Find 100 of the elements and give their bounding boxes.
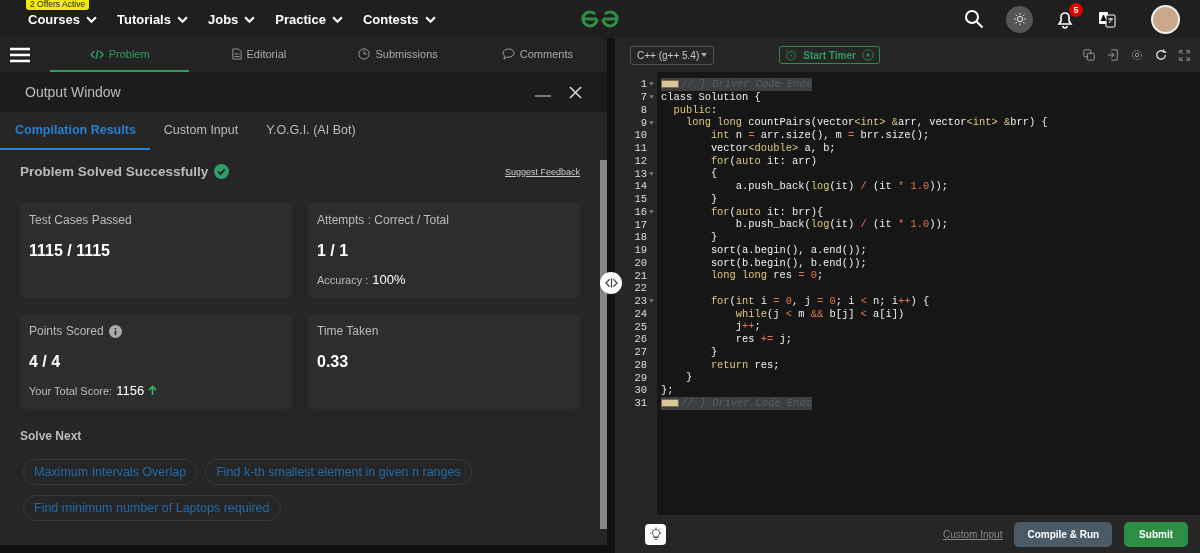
logo-icon[interactable]	[580, 9, 620, 29]
code-line: long long res = 0;	[709, 269, 824, 282]
theme-toggle-button[interactable]	[1006, 5, 1033, 33]
line-number: 29	[634, 371, 647, 384]
minimize-icon[interactable]	[535, 94, 551, 98]
code-line: }	[709, 345, 718, 358]
fold-caret-icon[interactable]	[649, 299, 654, 304]
code-line: };	[661, 384, 674, 396]
code-line: class Solution {	[661, 90, 761, 103]
caret-icon	[331, 15, 343, 23]
code-line: j++;	[734, 320, 761, 333]
line-number: 13	[634, 167, 647, 180]
line-number: 7	[640, 91, 647, 104]
caret-icon	[701, 53, 708, 57]
card-subvalue: 1156	[116, 383, 145, 398]
code-line: res += j;	[734, 333, 792, 345]
output-tab[interactable]: Custom Input	[149, 112, 253, 150]
code-line: return res;	[709, 358, 780, 371]
translate-icon[interactable]	[1097, 9, 1117, 29]
card-subvalue: 100%	[372, 272, 406, 287]
nav-menu[interactable]: Contests	[362, 11, 436, 27]
reset-icon[interactable]	[1155, 49, 1167, 61]
play-icon	[861, 49, 874, 61]
code-line: a.push_back(log(it) / (it * 1.0));	[734, 180, 948, 192]
card-label: Attempts : Correct / Total	[317, 213, 449, 227]
problem-tab[interactable]: Comments	[467, 38, 607, 72]
status-text: Problem Solved Successfully	[20, 164, 209, 179]
language-dropdown[interactable]: C++ (g++ 5.4)	[630, 45, 715, 65]
code-line: public:	[672, 103, 718, 116]
settings-icon[interactable]	[1131, 49, 1143, 61]
line-number: 10	[634, 129, 647, 142]
problem-tab[interactable]: Editorial	[189, 38, 329, 72]
card-value: 1 / 1	[317, 242, 350, 260]
notification-badge: 5	[1069, 3, 1083, 17]
code-line: for(int i = 0, j = 0; i < n; i++) {	[709, 294, 930, 307]
fullscreen-icon[interactable]	[1179, 49, 1190, 61]
fold-caret-icon[interactable]	[649, 95, 654, 100]
fold-marker-icon[interactable]	[661, 80, 679, 89]
line-number: 24	[634, 307, 647, 320]
card-value: 1115 / 1115	[29, 242, 111, 260]
bell-icon[interactable]	[1055, 9, 1075, 29]
line-number: 21	[634, 269, 647, 282]
caret-icon	[424, 15, 436, 23]
line-number: 27	[634, 346, 647, 359]
code-line: for(auto it: brr){	[709, 205, 824, 218]
line-number: 16	[634, 205, 647, 218]
code-line: vector<double> a, b;	[709, 141, 836, 154]
card-value: 4 / 4	[29, 353, 62, 371]
line-number: 15	[634, 193, 647, 206]
line-number: 30	[634, 384, 647, 397]
card-label: Test Cases Passed	[29, 213, 132, 227]
code-line: long long countPairs(vector<int> &arr, vector<int> &brr) {	[684, 116, 1048, 129]
code-line: for(auto it: arr)	[709, 154, 817, 167]
fold-caret-icon[interactable]	[649, 120, 654, 125]
search-icon[interactable]	[964, 9, 984, 29]
fold-caret-icon[interactable]	[649, 209, 654, 214]
nav-menu[interactable]: Practice	[275, 11, 343, 27]
code-line: while(j < m && b[j] < a[i])	[734, 307, 905, 320]
document-icon	[231, 48, 242, 60]
line-number: 19	[634, 244, 647, 257]
close-icon[interactable]	[569, 85, 582, 99]
compile-run-button[interactable]: Compile & Run	[1014, 521, 1113, 547]
menu-icon[interactable]	[10, 47, 30, 63]
check-icon	[214, 164, 230, 179]
line-number: 12	[634, 154, 647, 167]
code-line: sort(b.begin(), b.end());	[709, 256, 867, 269]
output-tab[interactable]: Y.O.G.I. (AI Bot)	[252, 112, 370, 150]
problem-tab[interactable]: Submissions	[328, 38, 468, 72]
info-icon[interactable]	[108, 324, 122, 338]
code-icon	[89, 48, 104, 60]
avatar[interactable]	[1151, 4, 1180, 34]
nav-menu[interactable]: Courses	[28, 11, 98, 27]
line-number: 17	[634, 218, 647, 231]
hint-button[interactable]	[645, 523, 666, 545]
line-number: 22	[634, 282, 647, 295]
nav-menu[interactable]: Jobs	[207, 11, 256, 27]
caret-icon	[176, 15, 188, 23]
code-line: {	[709, 167, 718, 180]
offer-badge: 2 Offers Active	[26, 0, 90, 10]
line-number: 14	[634, 180, 647, 193]
import-icon[interactable]	[1107, 49, 1119, 61]
code-line: int n = arr.size(), m = brr.size();	[709, 129, 930, 141]
code-line: sort(a.begin(), a.end());	[709, 243, 867, 256]
custom-input-link[interactable]: Custom Input	[942, 528, 1003, 540]
copy-icon[interactable]	[1083, 49, 1095, 61]
start-timer-button[interactable]: Start Timer	[779, 46, 880, 64]
fold-marker-icon[interactable]	[661, 399, 679, 408]
line-number: 23	[634, 295, 647, 308]
line-number: 8	[640, 103, 647, 116]
submit-button[interactable]: Submit	[1124, 521, 1188, 547]
card-label: Time Taken	[317, 324, 379, 338]
fold-caret-icon[interactable]	[649, 171, 654, 176]
card-value: 0.33	[317, 353, 350, 371]
feedback-link[interactable]: Suggest Feedback	[504, 166, 580, 177]
line-number: 20	[634, 256, 647, 269]
line-number: 18	[634, 231, 647, 244]
scrollbar[interactable]	[600, 160, 607, 529]
nav-menu[interactable]: Tutorials	[117, 11, 188, 27]
caret-icon	[244, 15, 256, 23]
fold-caret-icon[interactable]	[649, 82, 654, 87]
